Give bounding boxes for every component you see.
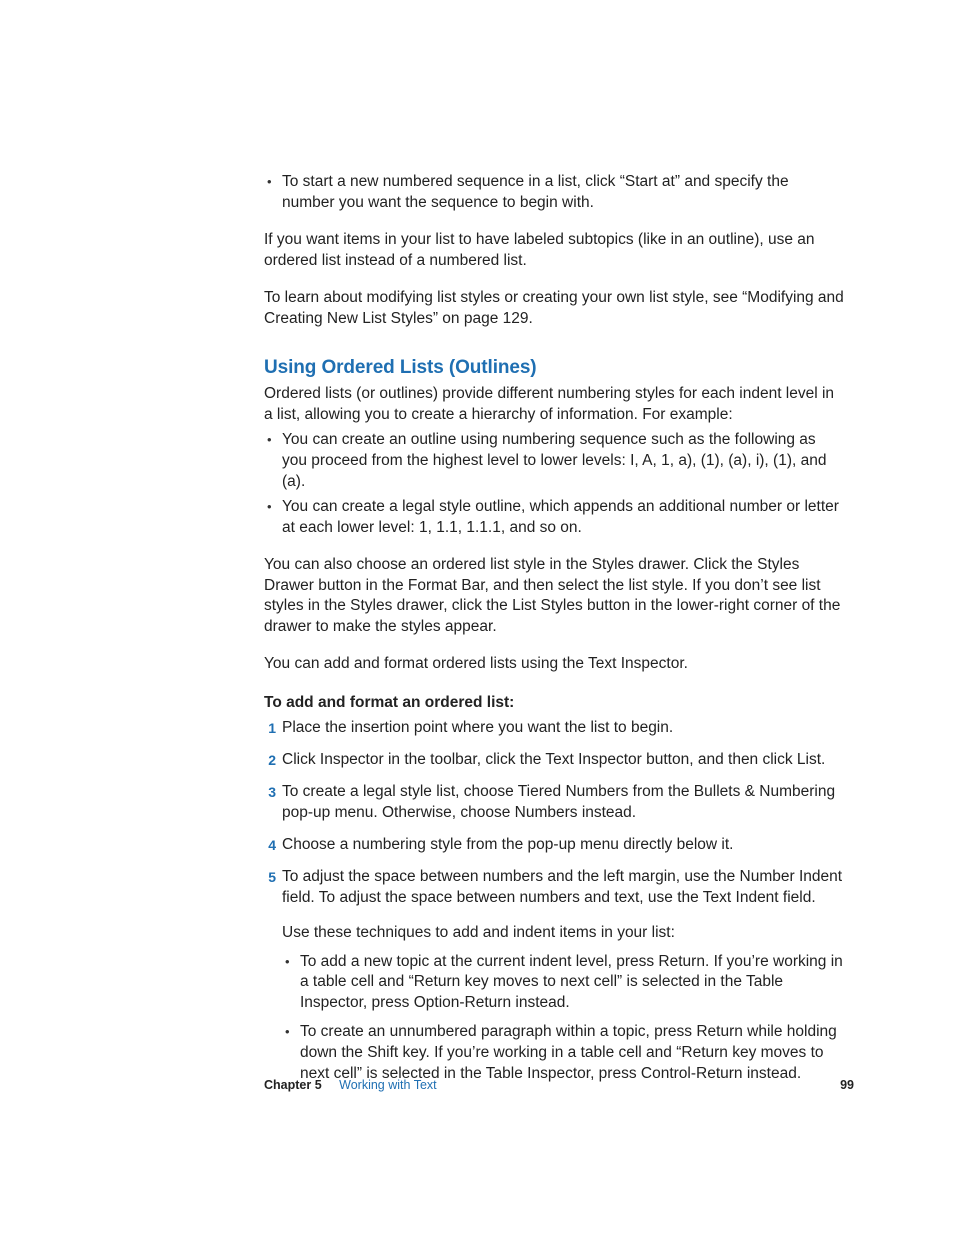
list-item: To add a new topic at the current indent… (282, 952, 844, 1015)
chapter-name: Working with Text (339, 1078, 437, 1092)
section-heading: Using Ordered Lists (Outlines) (264, 355, 844, 381)
step-text: Choose a numbering style from the pop-up… (282, 836, 733, 853)
step-item: 4 Choose a numbering style from the pop-u… (264, 835, 844, 856)
page-content: To start a new numbered sequence in a li… (264, 172, 844, 1096)
body-paragraph: You can add and format ordered lists usi… (264, 654, 844, 675)
body-paragraph: To learn about modifying list styles or … (264, 288, 844, 330)
step-item: 5 To adjust the space between numbers and… (264, 867, 844, 1085)
list-item: You can create an outline using numberin… (264, 430, 844, 493)
sub-bullet-list: To add a new topic at the current indent… (282, 952, 844, 1086)
ordered-steps: 1 Place the insertion point where you wan… (264, 718, 844, 1085)
intro-bullet-list: You can create an outline using numberin… (264, 430, 844, 539)
body-paragraph: If you want items in your list to have l… (264, 230, 844, 272)
step-text: To adjust the space between numbers and … (282, 868, 842, 906)
chapter-label: Chapter 5 (264, 1078, 322, 1092)
list-item: To create an unnumbered paragraph within… (282, 1022, 844, 1085)
step-item: 1 Place the insertion point where you wan… (264, 718, 844, 739)
page-footer: Chapter 5 Working with Text 99 (264, 1077, 854, 1094)
sub-paragraph: Use these techniques to add and indent i… (282, 923, 844, 944)
list-item: You can create a legal style outline, wh… (264, 497, 844, 539)
step-number: 3 (264, 782, 276, 803)
body-paragraph: You can also choose an ordered list styl… (264, 555, 844, 639)
step-item: 2 Click Inspector in the toolbar, click t… (264, 750, 844, 771)
step-text: To create a legal style list, choose Tie… (282, 783, 835, 821)
steps-title: To add and format an ordered list: (264, 693, 844, 714)
step-number: 2 (264, 750, 276, 771)
top-bullet-list: To start a new numbered sequence in a li… (264, 172, 844, 214)
list-item: To start a new numbered sequence in a li… (264, 172, 844, 214)
step-number: 5 (264, 867, 276, 888)
step-number: 4 (264, 835, 276, 856)
step-text: Place the insertion point where you want… (282, 719, 673, 736)
step-number: 1 (264, 718, 276, 739)
step-text: Click Inspector in the toolbar, click th… (282, 751, 825, 768)
page-number: 99 (840, 1077, 854, 1094)
step-item: 3 To create a legal style list, choose Ti… (264, 782, 844, 824)
body-paragraph: Ordered lists (or outlines) provide diff… (264, 384, 844, 426)
